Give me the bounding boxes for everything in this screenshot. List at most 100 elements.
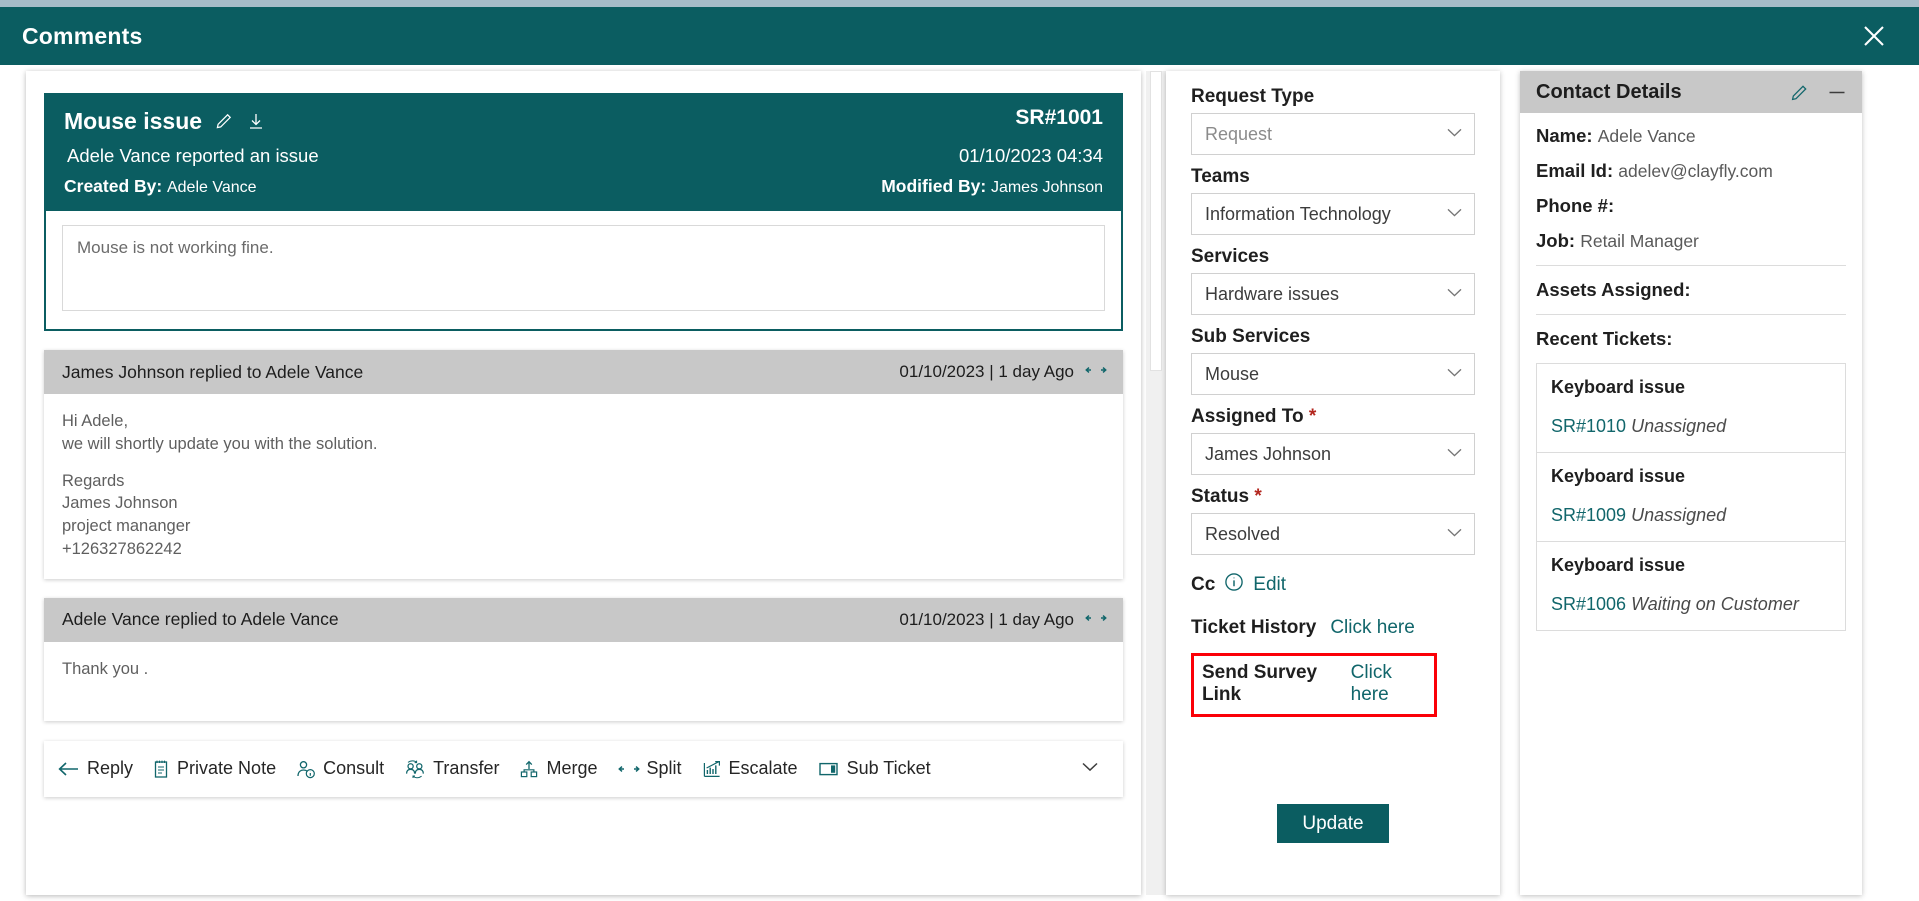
contact-email-value: adelev@clayfly.com: [1618, 161, 1773, 181]
toolbar-item-label: Sub Ticket: [846, 758, 931, 779]
toolbar-item-label: Consult: [323, 758, 385, 779]
recent-ticket-meta: SR#1009 Unassigned: [1551, 505, 1831, 526]
chevron-down-icon: [1446, 125, 1463, 143]
reply-line: Regards: [62, 471, 125, 490]
dialog-header: Comments: [0, 7, 1919, 65]
cc-edit-link[interactable]: Edit: [1253, 574, 1286, 596]
reply-title: James Johnson replied to Adele Vance: [62, 361, 364, 382]
download-icon[interactable]: [246, 111, 266, 131]
recent-ticket-title: Keyboard issue: [1551, 466, 1686, 486]
modified-by-value: James Johnson: [990, 179, 1103, 196]
ticket-description[interactable]: Mouse is not working fine.: [62, 225, 1105, 311]
contact-details-panel: Contact Details Name: Adele Vance Email …: [1520, 71, 1862, 895]
expand-horizontal-icon[interactable]: [1085, 362, 1107, 382]
recent-ticket-id[interactable]: SR#1009: [1551, 505, 1626, 525]
created-by-value: Adele Vance: [166, 179, 257, 196]
reply-arrow-icon: [58, 761, 80, 777]
toolbar-sub-ticket-button[interactable]: Sub Ticket: [818, 758, 931, 779]
recent-ticket-id[interactable]: SR#1006: [1551, 594, 1626, 614]
ticket-subject: Mouse issue: [64, 107, 203, 134]
reply-line: Thank you .: [62, 659, 149, 678]
contact-details-title: Contact Details: [1536, 80, 1682, 103]
toolbar-private-note-button[interactable]: Private Note: [153, 758, 276, 779]
field-label-sub-services: Sub Services: [1191, 326, 1475, 348]
required-asterisk: *: [1308, 406, 1317, 427]
toolbar-escalate-button[interactable]: Escalate: [702, 758, 798, 779]
comments-scrollbar[interactable]: [1146, 71, 1166, 895]
comments-dialog: Comments Mouse issue SR#1001 Adele Vance…: [0, 0, 1919, 901]
recent-ticket-status: Waiting on Customer: [1631, 594, 1799, 614]
dialog-title: Comments: [22, 22, 143, 49]
ticket-properties-panel: Request Type Request Teams Information T…: [1166, 71, 1500, 895]
reply-line: we will shortly update you with the solu…: [62, 434, 378, 453]
recent-ticket-status: Unassigned: [1631, 505, 1727, 525]
recent-ticket-item[interactable]: Keyboard issue SR#1009 Unassigned: [1536, 452, 1846, 542]
teams-select[interactable]: Information Technology: [1191, 193, 1475, 235]
recent-ticket-item[interactable]: Keyboard issue SR#1010 Unassigned: [1536, 363, 1846, 453]
info-circle-icon[interactable]: [1224, 572, 1244, 597]
comments-panel: Mouse issue SR#1001 Adele Vance reported…: [26, 71, 1141, 895]
ticket-created-timestamp: 01/10/2023 04:34: [958, 145, 1103, 166]
chevron-down-icon[interactable]: [1079, 759, 1101, 778]
ticket-reported-line: Adele Vance reported an issue: [67, 145, 319, 166]
toolbar-split-button[interactable]: Split: [617, 758, 682, 779]
contact-job-label: Job:: [1536, 230, 1576, 251]
chevron-down-icon: [1446, 365, 1463, 383]
update-button[interactable]: Update: [1277, 804, 1389, 843]
toolbar-consult-button[interactable]: Consult: [296, 758, 384, 779]
expand-horizontal-icon[interactable]: [1085, 610, 1107, 630]
note-icon: [153, 759, 170, 779]
contact-email-label: Email Id:: [1536, 160, 1614, 181]
select-value: Information Technology: [1205, 203, 1391, 224]
reply-body: Thank you .: [44, 641, 1123, 721]
request-type-select[interactable]: Request: [1191, 113, 1475, 155]
assets-assigned-label: Assets Assigned:: [1536, 279, 1691, 300]
merge-icon: [519, 759, 539, 779]
toolbar-transfer-button[interactable]: Transfer: [404, 758, 499, 779]
toolbar-reply-button[interactable]: Reply: [58, 758, 133, 779]
toolbar-item-label: Reply: [87, 758, 134, 779]
dialog-body: Mouse issue SR#1001 Adele Vance reported…: [0, 65, 1919, 901]
reply-body: Hi Adele, we will shortly update you wit…: [44, 394, 1123, 579]
contact-details-header: Contact Details: [1520, 71, 1862, 113]
label-text: Sub Services: [1191, 326, 1311, 347]
reply-header: Adele Vance replied to Adele Vance 01/10…: [44, 597, 1123, 642]
contact-job-value: Retail Manager: [1580, 231, 1699, 251]
pencil-icon[interactable]: [214, 111, 234, 131]
person-info-icon: [296, 759, 316, 779]
toolbar-item-label: Transfer: [433, 758, 500, 779]
close-icon[interactable]: [1857, 19, 1891, 53]
modified-by-label: Modified By:: [881, 176, 987, 196]
pencil-icon[interactable]: [1789, 82, 1810, 103]
recent-ticket-status: Unassigned: [1631, 416, 1727, 436]
reply-actions-toolbar: Reply Private Note Consult Transfer Merg…: [44, 740, 1123, 797]
reply-header: James Johnson replied to Adele Vance 01/…: [44, 350, 1123, 394]
minimize-icon[interactable]: [1826, 82, 1848, 103]
reply-line: project mananger: [62, 517, 191, 536]
recent-ticket-item[interactable]: Keyboard issue SR#1006 Waiting on Custom…: [1536, 541, 1846, 631]
recent-ticket-id[interactable]: SR#1010: [1551, 416, 1626, 436]
cc-row: Cc Edit: [1191, 572, 1475, 597]
sub-ticket-columns-icon: [818, 760, 840, 778]
assigned-to-select[interactable]: James Johnson: [1191, 433, 1475, 475]
label-text: Request Type: [1191, 86, 1315, 107]
chevron-down-icon: [1446, 205, 1463, 223]
created-by-label: Created By:: [64, 176, 163, 196]
sub-services-select[interactable]: Mouse: [1191, 353, 1475, 395]
chevron-down-icon: [1446, 445, 1463, 463]
send-survey-link[interactable]: Click here: [1351, 662, 1422, 706]
ticket-history-row: Ticket History Click here: [1191, 617, 1475, 639]
field-label-teams: Teams: [1191, 166, 1475, 188]
services-select[interactable]: Hardware issues: [1191, 273, 1475, 315]
escalate-chart-icon: [702, 759, 722, 779]
contact-name-row: Name: Adele Vance: [1536, 125, 1846, 147]
toolbar-item-label: Escalate: [728, 758, 798, 779]
scrollbar-thumb[interactable]: [1150, 71, 1162, 371]
status-select[interactable]: Resolved: [1191, 513, 1475, 555]
toolbar-merge-button[interactable]: Merge: [519, 758, 598, 779]
reply-item: Adele Vance replied to Adele Vance 01/10…: [44, 597, 1123, 721]
reply-timestamp: 01/10/2023 | 1 day Ago: [899, 609, 1074, 629]
cc-label: Cc: [1191, 573, 1216, 595]
ticket-history-link[interactable]: Click here: [1330, 617, 1414, 639]
reply-item: James Johnson replied to Adele Vance 01/…: [44, 350, 1123, 579]
